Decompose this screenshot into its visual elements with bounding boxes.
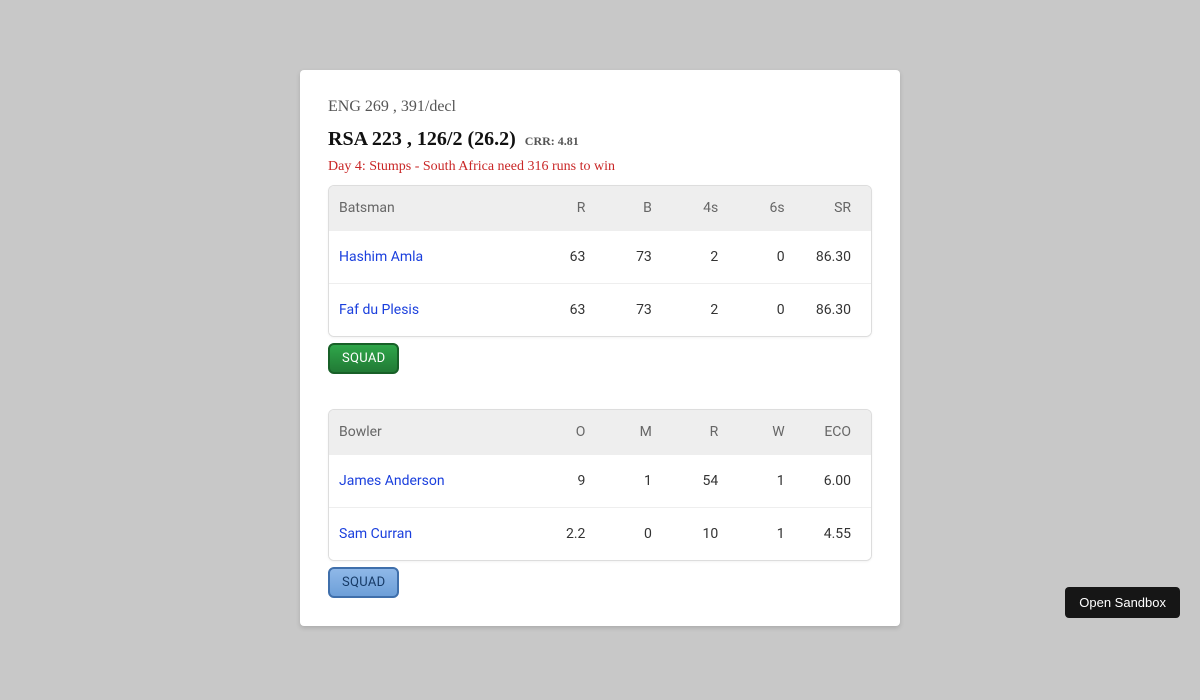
scorecard-card: ENG 269 , 391/decl RSA 223 , 126/2 (26.2… xyxy=(300,70,900,626)
open-sandbox-button[interactable]: Open Sandbox xyxy=(1065,587,1180,618)
cell-maidens: 0 xyxy=(595,526,661,542)
current-score: RSA 223 , 126/2 (26.2) xyxy=(328,128,516,150)
cell-sr: 86.30 xyxy=(795,249,861,265)
table-row: James Anderson 9 1 54 1 6.00 xyxy=(329,454,871,507)
col-eco: ECO xyxy=(795,424,861,440)
cell-sixes: 0 xyxy=(728,249,794,265)
col-batsman: Batsman xyxy=(339,200,529,216)
col-balls: B xyxy=(595,200,661,216)
batting-squad-button[interactable]: SQUAD xyxy=(328,343,399,374)
cell-maidens: 1 xyxy=(595,473,661,489)
col-runs: R xyxy=(529,200,595,216)
cell-fours: 2 xyxy=(662,249,728,265)
batsman-link[interactable]: Hashim Amla xyxy=(339,249,423,265)
table-row: Faf du Plesis 63 73 2 0 86.30 xyxy=(329,283,871,336)
cell-sixes: 0 xyxy=(728,302,794,318)
batting-header-row: Batsman R B 4s 6s SR xyxy=(329,186,871,230)
col-overs: O xyxy=(529,424,595,440)
opponent-score-line: ENG 269 , 391/decl xyxy=(328,98,872,116)
batting-table: Batsman R B 4s 6s SR Hashim Amla 63 73 2… xyxy=(328,185,872,337)
cell-balls: 73 xyxy=(595,249,661,265)
bowling-header-row: Bowler O M R W ECO xyxy=(329,410,871,454)
batsman-link[interactable]: Faf du Plesis xyxy=(339,302,419,318)
current-score-line: RSA 223 , 126/2 (26.2) CRR: 4.81 xyxy=(328,128,872,151)
crr-label: CRR: 4.81 xyxy=(525,134,579,148)
col-fours: 4s xyxy=(662,200,728,216)
cell-runs: 63 xyxy=(529,249,595,265)
cell-overs: 9 xyxy=(529,473,595,489)
divider xyxy=(328,398,872,399)
cell-balls: 73 xyxy=(595,302,661,318)
cell-runs: 10 xyxy=(662,526,728,542)
col-sixes: 6s xyxy=(728,200,794,216)
cell-eco: 4.55 xyxy=(795,526,861,542)
col-bowler: Bowler xyxy=(339,424,529,440)
cell-eco: 6.00 xyxy=(795,473,861,489)
cell-fours: 2 xyxy=(662,302,728,318)
cell-sr: 86.30 xyxy=(795,302,861,318)
bowling-table: Bowler O M R W ECO James Anderson 9 1 54… xyxy=(328,409,872,561)
col-maidens: M xyxy=(595,424,661,440)
cell-wickets: 1 xyxy=(728,526,794,542)
cell-runs: 63 xyxy=(529,302,595,318)
bowling-squad-button[interactable]: SQUAD xyxy=(328,567,399,598)
col-runs: R xyxy=(662,424,728,440)
match-status: Day 4: Stumps - South Africa need 316 ru… xyxy=(328,159,872,175)
cell-runs: 54 xyxy=(662,473,728,489)
table-row: Sam Curran 2.2 0 10 1 4.55 xyxy=(329,507,871,560)
table-row: Hashim Amla 63 73 2 0 86.30 xyxy=(329,230,871,283)
cell-overs: 2.2 xyxy=(529,526,595,542)
bowler-link[interactable]: Sam Curran xyxy=(339,526,412,542)
col-sr: SR xyxy=(795,200,861,216)
cell-wickets: 1 xyxy=(728,473,794,489)
col-wickets: W xyxy=(728,424,794,440)
bowler-link[interactable]: James Anderson xyxy=(339,473,445,489)
